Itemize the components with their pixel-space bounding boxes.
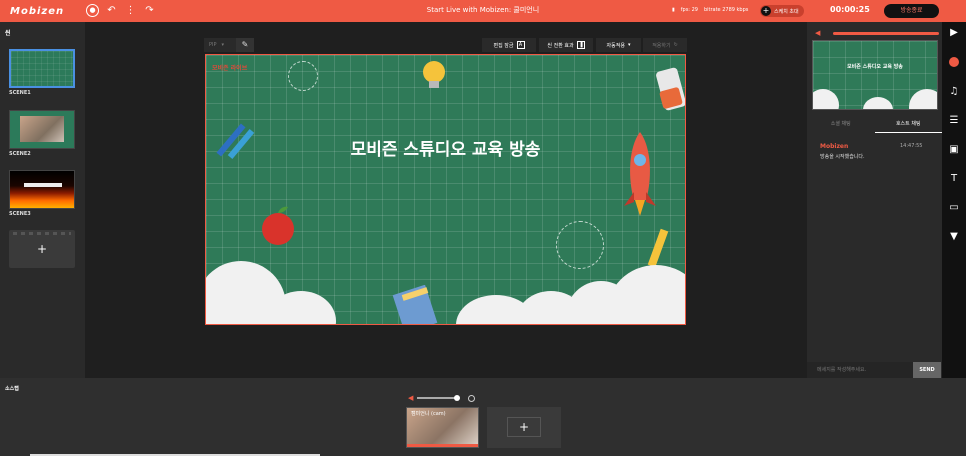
guide-button[interactable]: + 스케치 초대 bbox=[760, 5, 804, 17]
media-icon[interactable]: ▭ bbox=[948, 202, 960, 214]
signal-icon: ▮ bbox=[672, 7, 675, 13]
scene-item-2[interactable]: SCENE2 bbox=[9, 110, 75, 157]
end-broadcast-button[interactable]: 방송종료 bbox=[884, 4, 939, 18]
scene-item-3[interactable]: SCENE3 bbox=[9, 170, 75, 217]
speaker-icon: ◀ bbox=[408, 394, 414, 402]
plus-icon: + bbox=[518, 420, 530, 434]
tab-host-chat[interactable]: 호스트 채팅 bbox=[874, 118, 942, 133]
chat-tabs: 소셜 채팅 호스트 채팅 bbox=[807, 118, 942, 133]
edit-lock-icon: A bbox=[516, 41, 525, 49]
stage-logo: 모비즌 라이브 bbox=[212, 65, 248, 72]
beaker-icon bbox=[656, 67, 685, 111]
image-icon[interactable]: ▣ bbox=[948, 144, 960, 156]
transition-label: 씬 전환 효과 bbox=[547, 42, 574, 49]
paintbrush-icon bbox=[216, 123, 255, 159]
volume-slider[interactable] bbox=[833, 31, 939, 35]
edit-lock-label: 편집 잠금 bbox=[493, 42, 514, 49]
scene-thumbnail bbox=[9, 170, 75, 209]
chat-timestamp: 14:47:55 bbox=[900, 143, 923, 149]
tab-social-chat[interactable]: 소셜 채팅 bbox=[807, 118, 875, 133]
bookmark-icon[interactable]: ▼ bbox=[948, 231, 960, 243]
transition-icon: ▐ bbox=[576, 41, 585, 49]
auto-apply-label: 자동적용 bbox=[606, 42, 625, 49]
scene-panel-title: 씬 bbox=[5, 30, 11, 37]
scene-item-1[interactable]: SCENE1 bbox=[9, 49, 75, 96]
refresh-icon: ↻ bbox=[673, 42, 678, 48]
master-volume[interactable]: ◀ bbox=[815, 29, 939, 37]
scene-label: SCENE2 bbox=[9, 151, 31, 157]
tool-strip: ▶ ♫ ☰ ▣ T ▭ ▼ bbox=[942, 22, 966, 378]
scene-label: SCENE1 bbox=[9, 90, 31, 96]
book-icon bbox=[392, 285, 438, 324]
stage-canvas[interactable]: 모비즌 라이브 모비즌 스튜디오 교육 방송 bbox=[205, 54, 686, 325]
bitrate-readout: bitrate 2789 kbps bbox=[703, 7, 749, 13]
chat-author: Mobizen bbox=[820, 143, 849, 150]
chevron-down-icon: ▾ bbox=[221, 42, 225, 48]
source-bar: 소스탭 ◀ 캠미언니 (cam) + bbox=[0, 378, 966, 456]
list-icon[interactable]: ☰ bbox=[948, 115, 960, 127]
top-bar: Mobizen ● ↶ ⋮ ↷ Start Live with Mobizen:… bbox=[0, 0, 966, 22]
scene-panel: 씬 SCENE1 SCENE2 SCENE3 + bbox=[0, 22, 85, 378]
cam-volume[interactable]: ◀ bbox=[408, 394, 478, 402]
preview-title: 모비즌 스튜디오 교육 방송 bbox=[847, 64, 903, 70]
cam-source[interactable]: 캠미언니 (cam) bbox=[406, 407, 479, 448]
right-panel: ◀ 모비즌 스튜디오 교육 방송 소셜 채팅 호스트 채팅 Mobizen 14… bbox=[807, 22, 942, 378]
rocket-icon bbox=[624, 132, 656, 216]
film-holes bbox=[13, 232, 71, 235]
scene-thumbnail bbox=[9, 110, 75, 149]
stream-stats: ▮ fps: 29 bitrate 2789 kbps bbox=[672, 7, 748, 13]
scene-label: SCENE3 bbox=[9, 211, 31, 217]
guide-label: 스케치 초대 bbox=[774, 8, 799, 15]
chevron-down-icon: ▾ bbox=[627, 42, 631, 48]
record-active-icon[interactable] bbox=[949, 57, 959, 67]
cam-active-bar bbox=[407, 444, 478, 447]
chalkboard-thumbnail bbox=[11, 51, 73, 86]
speaker-icon: ◀ bbox=[815, 29, 821, 37]
apply-button[interactable]: 적용하기 ↻ bbox=[643, 38, 687, 52]
volume-knob[interactable] bbox=[454, 395, 461, 401]
plus-icon: + bbox=[761, 6, 771, 16]
scene-thumbnail bbox=[9, 49, 75, 88]
add-scene-button[interactable]: + bbox=[9, 230, 75, 268]
dashed-circle bbox=[288, 61, 318, 91]
broadcast-timer: 00:00:25 bbox=[830, 5, 870, 14]
plus-icon: + bbox=[36, 242, 48, 256]
text-icon[interactable]: T bbox=[948, 173, 960, 185]
gear-icon[interactable] bbox=[468, 394, 476, 402]
pen-button[interactable]: ✎ bbox=[236, 38, 254, 52]
fps-readout: fps: 29 bbox=[680, 7, 698, 13]
add-source-button[interactable]: + bbox=[487, 407, 561, 448]
auto-apply-dropdown[interactable]: 자동적용 ▾ bbox=[596, 38, 641, 52]
edit-lock-button[interactable]: 편집 잠금 A bbox=[482, 38, 536, 52]
play-icon[interactable]: ▶ bbox=[948, 27, 960, 39]
cam-label: 캠미언니 (cam) bbox=[411, 411, 446, 417]
cam-frame-thumbnail bbox=[10, 111, 74, 148]
source-bar-title: 소스탭 bbox=[5, 386, 19, 392]
chat-input[interactable] bbox=[807, 362, 913, 378]
stage-title: 모비즌 스튜디오 교육 방송 bbox=[350, 140, 541, 160]
transition-button[interactable]: 씬 전환 효과 ▐ bbox=[539, 38, 593, 52]
music-icon[interactable]: ♫ bbox=[948, 86, 960, 98]
window-title: Start Live with Mobizen: 쿨미언니 bbox=[426, 6, 540, 14]
lightbulb-icon bbox=[423, 61, 445, 88]
broadcast-preview: 모비즌 스튜디오 교육 방송 bbox=[812, 40, 938, 110]
apply-label: 적용하기 bbox=[652, 42, 671, 49]
apple-icon bbox=[262, 206, 294, 245]
dashed-circle bbox=[556, 221, 604, 269]
fire-thumbnail bbox=[10, 171, 74, 208]
chat-message: 방송을 시작했습니다. bbox=[820, 154, 865, 160]
send-button[interactable]: SEND bbox=[913, 362, 941, 378]
pip-label: PIP bbox=[209, 42, 217, 48]
cam-volume-slider[interactable] bbox=[417, 397, 458, 399]
